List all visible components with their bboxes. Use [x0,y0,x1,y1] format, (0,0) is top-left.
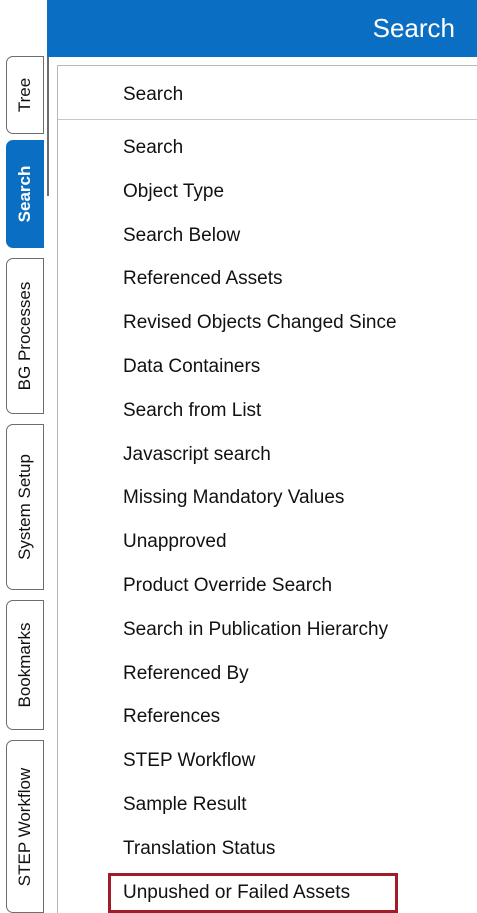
panel-header: Search [47,0,477,57]
menu-item-sample-result[interactable]: Sample Result [58,783,477,827]
menu-item-referenced-by[interactable]: Referenced By [58,652,477,696]
menu-item-referenced-assets[interactable]: Referenced Assets [58,257,477,301]
menu-item-label: Object Type [123,180,225,202]
menu-item-label: Sample Result [123,793,247,815]
tab-system-setup[interactable]: System Setup [6,424,44,590]
menu-item-label: Javascript search [123,443,271,465]
menu-item-label: Data Containers [123,355,261,377]
tab-bookmarks[interactable]: Bookmarks [6,600,44,730]
tab-step-workflow-label: STEP Workflow [15,767,34,886]
vertical-tab-strip: Tree Search BG Processes System Setup Bo… [0,0,50,913]
menu-item-unapproved[interactable]: Unapproved [58,520,477,564]
menu-item-label: Referenced By [123,662,249,684]
menu-item-references[interactable]: References [58,695,477,739]
tab-step-workflow[interactable]: STEP Workflow [6,740,44,913]
menu-item-revised-objects-changed-since[interactable]: Revised Objects Changed Since [58,301,477,345]
tab-tree-label: Tree [15,77,34,113]
menu-item-label: Search Below [123,224,241,246]
menu-item-label: Referenced Assets [123,268,283,290]
menu-item-label: STEP Workflow [123,750,256,772]
search-menu-list: Search Object Type Search Below Referenc… [58,126,477,913]
menu-item-search-in-publication-hierarchy[interactable]: Search in Publication Hierarchy [58,608,477,652]
menu-item-search-below[interactable]: Search Below [58,214,477,258]
menu-item-label: Search [123,137,184,158]
search-menu-panel: Search Search Object Type Search Below R… [57,65,477,913]
menu-header[interactable]: Search [58,66,477,120]
menu-item-label: Search from List [123,399,262,421]
menu-item-product-override-search[interactable]: Product Override Search [58,564,477,608]
menu-item-object-type[interactable]: Object Type [58,170,477,214]
menu-item-label: Unapproved [123,531,227,553]
menu-item-translation-status[interactable]: Translation Status [58,827,477,871]
menu-item-label: Translation Status [123,837,276,859]
tab-search-label: Search [15,165,34,223]
menu-item-missing-mandatory-values[interactable]: Missing Mandatory Values [58,476,477,520]
panel-title: Search [372,13,455,43]
highlight-box [108,872,398,913]
menu-item-search[interactable]: Search [58,126,477,170]
tab-system-setup-label: System Setup [15,454,34,560]
menu-item-label: Product Override Search [123,574,333,596]
menu-item-data-containers[interactable]: Data Containers [58,345,477,389]
tab-tree[interactable]: Tree [6,56,44,134]
menu-item-search-from-list[interactable]: Search from List [58,389,477,433]
menu-item-label: Search in Publication Hierarchy [123,618,389,640]
tab-bookmarks-label: Bookmarks [15,622,34,708]
tab-strip-divider [47,56,49,196]
menu-header-label: Search [123,84,184,105]
menu-item-javascript-search[interactable]: Javascript search [58,433,477,477]
tab-bg-processes[interactable]: BG Processes [6,258,44,414]
menu-item-label: Missing Mandatory Values [123,487,345,509]
menu-item-unpushed-or-failed-assets[interactable]: Unpushed or Failed Assets [58,871,477,913]
menu-item-label: Revised Objects Changed Since [123,312,397,334]
tab-bg-processes-label: BG Processes [15,281,34,391]
menu-item-label: References [123,706,221,728]
search-panel-window: Tree Search BG Processes System Setup Bo… [0,0,477,913]
menu-item-step-workflow[interactable]: STEP Workflow [58,739,477,783]
tab-search[interactable]: Search [6,140,44,248]
